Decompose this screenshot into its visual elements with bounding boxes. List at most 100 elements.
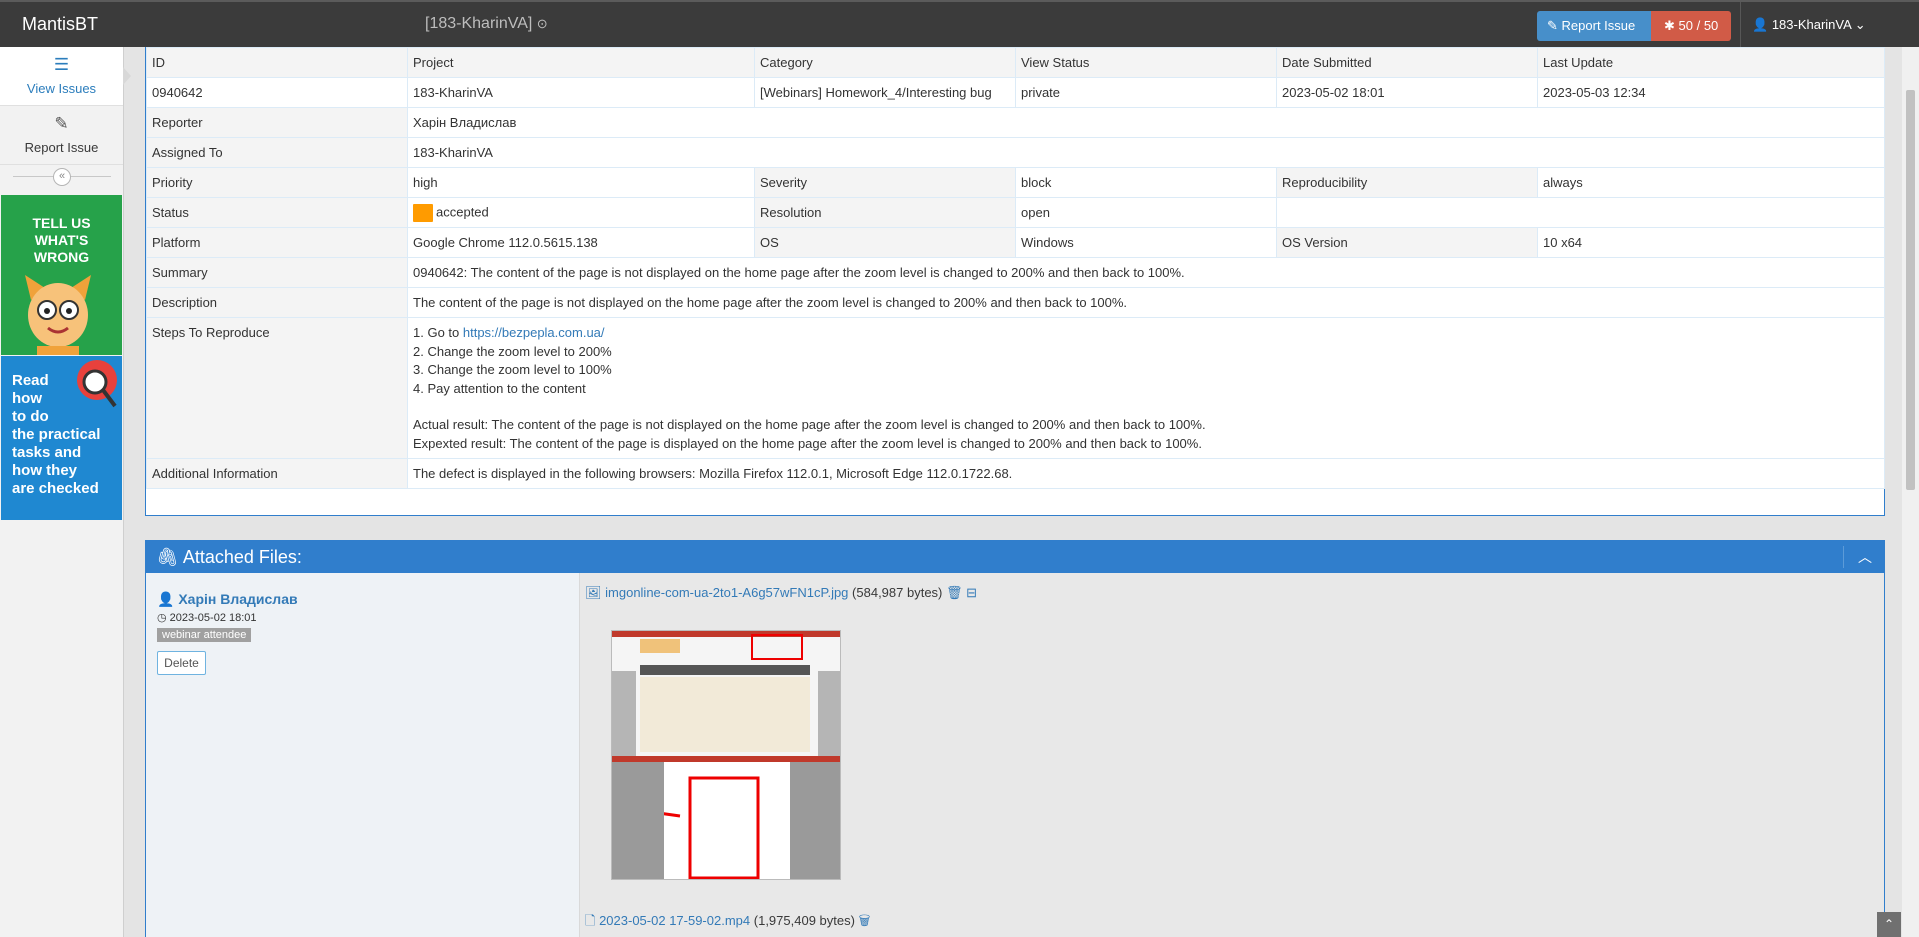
uploader[interactable]: 👤 Харін Владислав <box>157 591 579 608</box>
sidebar-collapse-toggle[interactable]: « <box>13 168 111 186</box>
top-navbar: MantisBT [183-KharinVA] ⊙ ✎ Report Issue… <box>0 0 1919 47</box>
expected-result: Expexted result: The content of the page… <box>413 435 1202 451</box>
reproducibility-value: always <box>1537 167 1885 198</box>
assigned-label: Assigned To <box>146 137 408 168</box>
banner-text: are checked <box>12 480 99 497</box>
step-line: 3. Change the zoom level to 100% <box>413 362 612 377</box>
trash-icon[interactable]: 🗑 <box>859 913 871 928</box>
user-icon: 👤 <box>157 591 175 607</box>
issue-category: [Webinars] Homework_4/Interesting bug <box>754 77 1016 108</box>
sidebar-item-label: View Issues <box>26 81 97 96</box>
banner-text: the practical <box>12 426 101 443</box>
user-menu[interactable]: 👤 183-KharinVA ⌄ <box>1740 2 1902 47</box>
table-row: Platform Google Chrome 112.0.5615.138 OS… <box>146 227 1885 258</box>
platform-value: Google Chrome 112.0.5615.138 <box>407 227 755 258</box>
summary-label: Summary <box>146 257 408 288</box>
header-cell: Category <box>754 47 1016 78</box>
banner-text: tasks and <box>12 444 82 461</box>
project-selector[interactable]: [183-KharinVA] ⊙ <box>425 15 548 33</box>
chevron-up-icon[interactable]: ︿ <box>1858 541 1872 573</box>
attached-files-body: 👤 Харін Владислав ◷ 2023-05-02 18:01 web… <box>146 573 1884 937</box>
reproducibility-label: Reproducibility <box>1276 167 1538 198</box>
priority-value: high <box>407 167 755 198</box>
brand-logo[interactable]: MantisBT <box>22 14 98 35</box>
bug-icon: ✱ <box>1664 18 1675 33</box>
screenshot-thumbnail <box>612 631 840 879</box>
issue-id: 0940642 <box>146 77 408 108</box>
status-label: Status <box>146 197 408 228</box>
issue-counter-label: 50 / 50 <box>1678 18 1719 33</box>
practical-tasks-banner[interactable]: Read how to do the practical tasks and h… <box>1 356 122 520</box>
steps-label: Steps To Reproduce <box>146 317 408 459</box>
reporter-value: Харін Владислав <box>407 107 1885 138</box>
report-issue-button[interactable]: ✎ Report Issue <box>1537 11 1651 41</box>
check-circle-icon: ⊙ <box>536 16 548 31</box>
trash-icon[interactable]: 🗑 <box>946 585 963 600</box>
feedback-banner[interactable]: TELL US WHAT'S WRONG <box>1 195 122 355</box>
description-value: The content of the page is not displayed… <box>407 287 1885 318</box>
bezpepla-link[interactable]: https://bezpepla.com.ua/ <box>463 325 605 340</box>
sidebar: ☰ View Issues ✎ Report Issue « TELL US W… <box>0 47 131 937</box>
minus-square-icon[interactable]: ⊟ <box>966 585 977 600</box>
scroll-to-top-button[interactable]: ⌃ <box>1877 912 1901 937</box>
table-row: Description The content of the page is n… <box>146 287 1885 318</box>
attached-files-panel: 🖇 Attached Files: ︿ 👤 Харін Владислав ◷ … <box>145 540 1885 937</box>
additional-info-value: The defect is displayed in the following… <box>407 458 1885 489</box>
banner-text: WHAT'S <box>34 232 89 248</box>
paperclip-icon: 🖇 <box>156 547 179 567</box>
clock-icon: ◷ <box>157 612 167 624</box>
image-file-icon: 🖼 <box>585 585 602 600</box>
file-size: (584,987 bytes) <box>852 585 943 600</box>
summary-value: 0940642: The content of the page is not … <box>407 257 1885 288</box>
file-icon: 🗋 <box>585 913 596 928</box>
table-row: Summary 0940642: The content of the page… <box>146 257 1885 288</box>
table-row: Status accepted Resolution open <box>146 197 1885 228</box>
sidebar-item-label: Report Issue <box>24 140 99 155</box>
sidebar-item-view-issues[interactable]: ☰ View Issues <box>0 47 131 106</box>
divider <box>1843 546 1844 568</box>
os-version-value: 10 x64 <box>1537 227 1885 258</box>
double-chevron-left-icon: « <box>53 168 71 186</box>
header-cell: ID <box>146 47 408 78</box>
table-row: Steps To Reproduce 1. Go to https://bezp… <box>146 317 1885 459</box>
issue-project: 183-KharinVA <box>407 77 755 108</box>
severity-label: Severity <box>754 167 1016 198</box>
scrollbar-thumb[interactable] <box>1906 90 1915 490</box>
os-label: OS <box>754 227 1016 258</box>
status-value: accepted <box>436 203 489 219</box>
step-line: 2. Change the zoom level to 200% <box>413 343 612 359</box>
resolution-label: Resolution <box>754 197 1016 228</box>
actual-result: Actual result: The content of the page i… <box>413 417 1206 432</box>
reporter-label: Reporter <box>146 107 408 138</box>
steps-value: 1. Go to https://bezpepla.com.ua/ 2. Cha… <box>407 317 1885 459</box>
header-cell: Project <box>407 47 755 78</box>
file-link[interactable]: imgonline-com-ua-2to1-A6g57wFN1cP.jpg <box>605 585 848 600</box>
resolution-value: open <box>1015 197 1277 228</box>
table-row: Assigned To 183-KharinVA <box>146 137 1885 168</box>
main-content: ID Project Category View Status Date Sub… <box>124 47 1894 937</box>
status-cell: accepted <box>407 197 755 228</box>
file-item: 🖼 imgonline-com-ua-2to1-A6g57wFN1cP.jpg … <box>585 585 1884 601</box>
sidebar-item-report-issue[interactable]: ✎ Report Issue <box>0 106 123 165</box>
step-line: 1. Go to https://bezpepla.com.ua/ <box>413 324 1879 343</box>
file-list: 🖼 imgonline-com-ua-2to1-A6g57wFN1cP.jpg … <box>580 573 1884 937</box>
os-version-label: OS Version <box>1276 227 1538 258</box>
issue-details-panel: ID Project Category View Status Date Sub… <box>145 47 1885 516</box>
platform-label: Platform <box>146 227 408 258</box>
header-cell: View Status <box>1015 47 1277 78</box>
role-badge: webinar attendee <box>157 628 252 642</box>
uploader-name: Харін Владислав <box>178 591 298 607</box>
issue-counter-button[interactable]: ✱ 50 / 50 <box>1651 11 1731 41</box>
banner-text: how they <box>12 462 78 479</box>
image-preview[interactable] <box>611 630 841 880</box>
assigned-value: 183-KharinVA <box>407 137 1885 168</box>
report-issue-label: Report Issue <box>1561 18 1636 33</box>
severity-value: block <box>1015 167 1277 198</box>
delete-button[interactable]: Delete <box>157 651 206 675</box>
description-label: Description <box>146 287 408 318</box>
attached-files-header[interactable]: 🖇 Attached Files: ︿ <box>146 541 1884 573</box>
edit-icon: ✎ <box>1547 18 1558 33</box>
user-icon: 👤 <box>1752 17 1769 32</box>
file-link[interactable]: 2023-05-02 17-59-02.mp4 <box>599 913 750 928</box>
